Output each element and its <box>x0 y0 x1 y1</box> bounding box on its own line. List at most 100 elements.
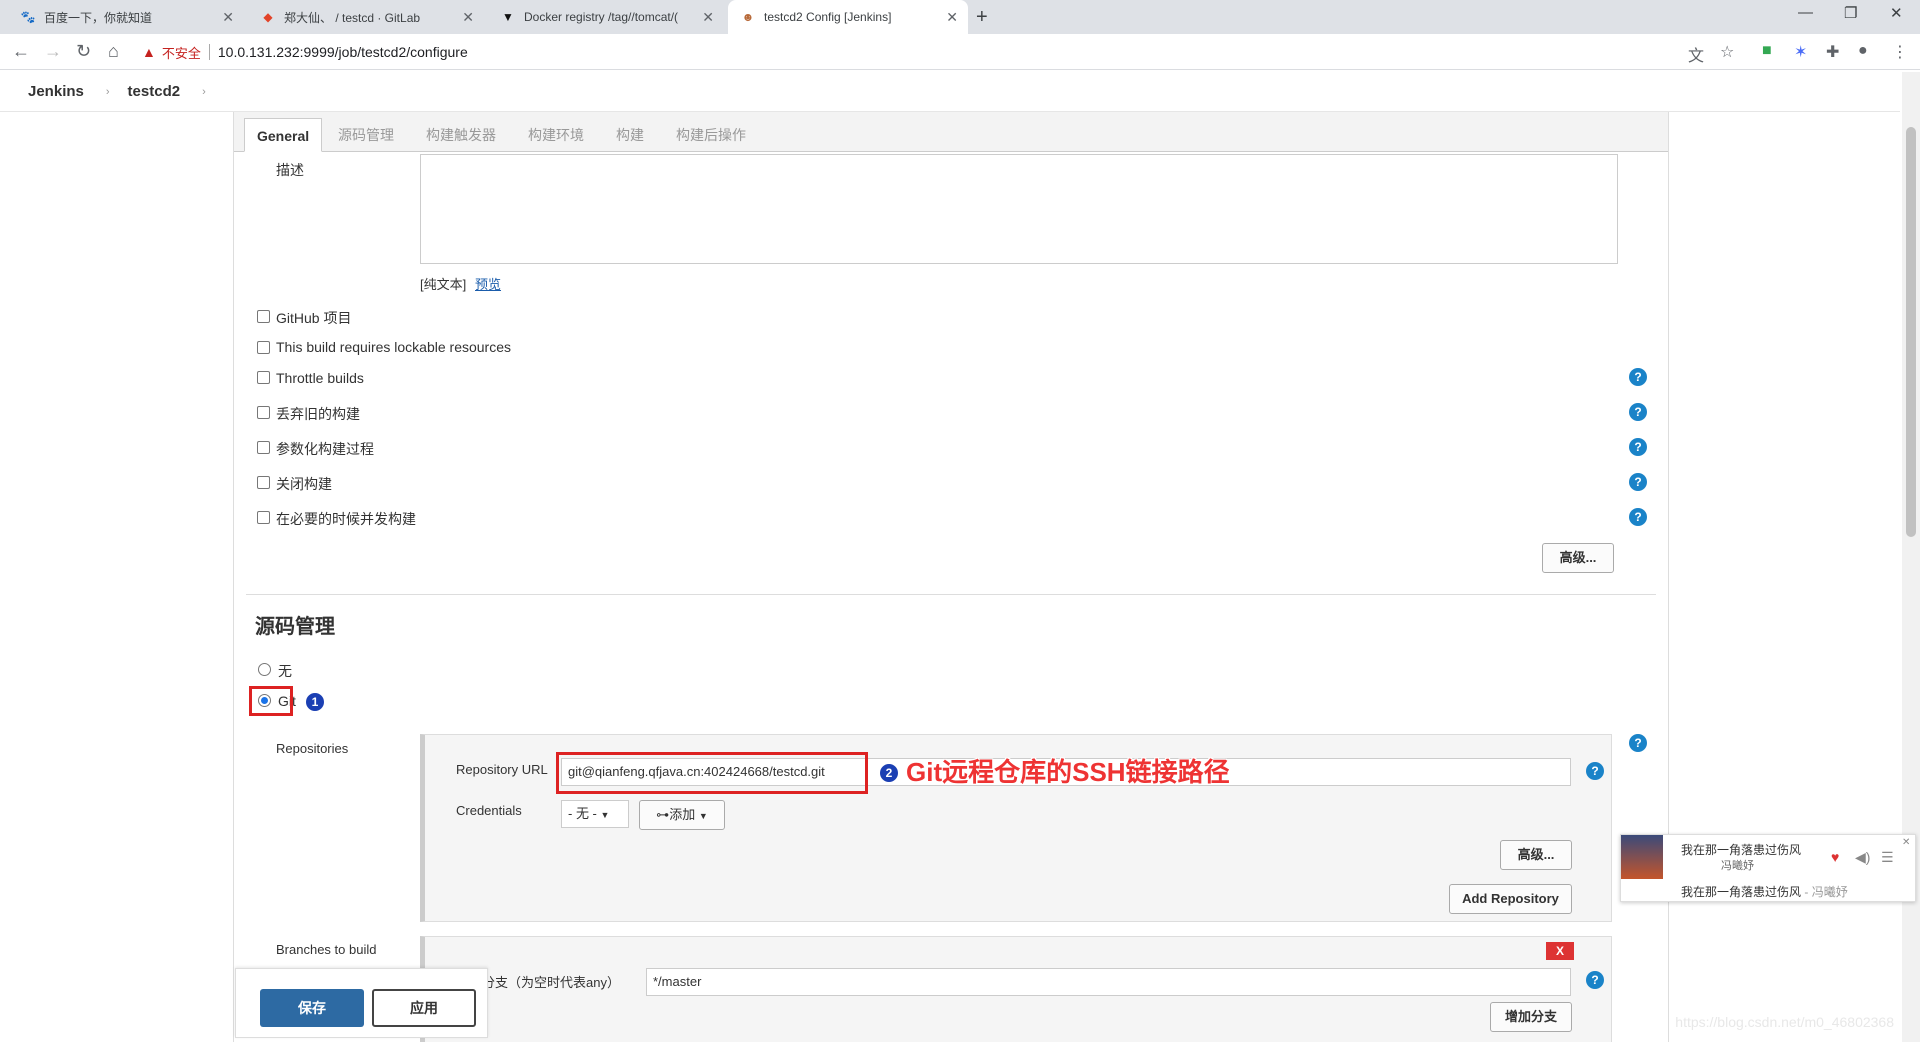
close-window-icon[interactable]: ✕ <box>1890 4 1903 22</box>
maximize-icon[interactable]: ❐ <box>1844 4 1857 22</box>
url-text: 10.0.131.232:9999/job/testcd2/configure <box>217 44 468 60</box>
lockable-resources-label: This build requires lockable resources <box>276 339 511 355</box>
warning-icon: ▲ <box>142 44 156 60</box>
help-icon[interactable]: ? <box>1629 438 1647 456</box>
branch-specifier-input[interactable]: */master <box>646 968 1571 996</box>
address-bar[interactable]: ▲ 不安全 10.0.131.232:9999/job/testcd2/conf… <box>142 38 1722 66</box>
tab-post-build[interactable]: 构建后操作 <box>664 118 758 152</box>
close-icon[interactable]: ✕ <box>462 9 474 26</box>
help-icon[interactable]: ? <box>1629 403 1647 421</box>
config-tabs: General 源码管理 构建触发器 构建环境 构建 构建后操作 <box>234 112 1668 152</box>
chevron-down-icon: ▼ <box>698 811 708 821</box>
jenkins-icon: ☻ <box>741 10 755 24</box>
music-widget[interactable]: 我在那一角落患过伤风 冯曦妤 ♥ ◀) ☰ ✕ 我在那一角落患过伤风 - 冯曦妤 <box>1620 834 1916 902</box>
concurrent-builds-checkbox[interactable] <box>257 511 270 524</box>
help-icon[interactable]: ? <box>1629 473 1647 491</box>
translate-icon[interactable]: 文 <box>1688 42 1704 66</box>
scm-none-radio[interactable] <box>258 663 271 676</box>
step-marker-1: 1 <box>305 692 325 712</box>
heart-icon[interactable]: ♥ <box>1831 849 1839 865</box>
help-icon[interactable]: ? <box>1629 734 1647 752</box>
chevron-down-icon: ▼ <box>600 810 610 820</box>
help-icon[interactable]: ? <box>1629 508 1647 526</box>
tab-label: testcd2 Config [Jenkins] <box>764 10 892 24</box>
forward-icon[interactable]: → <box>44 41 62 62</box>
browser-tab-bar: 🐾 百度一下，你就知道 ✕ ◆ 郑大仙、 / testcd · GitLab ✕… <box>0 0 1920 34</box>
chevron-right-icon[interactable]: › <box>202 86 206 98</box>
disable-build-label: 关闭构建 <box>276 476 332 492</box>
annotation-callout: Git远程仓库的SSH链接路径 <box>906 757 1230 787</box>
scm-none-label: 无 <box>278 663 292 679</box>
extension-color-icon[interactable]: ■ <box>1762 42 1772 60</box>
throttle-builds-checkbox[interactable] <box>257 371 270 384</box>
add-credentials-label: 添加 <box>669 807 696 822</box>
minimize-icon[interactable]: — <box>1798 4 1813 21</box>
branches-label: Branches to build <box>276 942 377 957</box>
browser-tab-jenkins[interactable]: ☻ testcd2 Config [Jenkins] ✕ <box>728 0 968 34</box>
menu-icon[interactable]: ⋮ <box>1892 42 1908 62</box>
gitlab-icon: ◆ <box>263 10 273 24</box>
credentials-select[interactable]: - 无 - ▼ <box>561 800 629 828</box>
step-marker-2: 2 <box>879 763 899 783</box>
add-branch-button[interactable]: 增加分支 <box>1490 1002 1572 1032</box>
insecure-label: 不安全 <box>161 45 201 61</box>
disable-build-checkbox[interactable] <box>257 476 270 489</box>
volume-icon[interactable]: ◀) <box>1855 849 1870 866</box>
credentials-label: Credentials <box>456 803 522 818</box>
scrollbar-thumb[interactable] <box>1906 127 1916 537</box>
add-credentials-button[interactable]: ⊶添加 ▼ <box>639 800 725 830</box>
save-button[interactable]: 保存 <box>260 989 364 1027</box>
help-icon[interactable]: ? <box>1629 368 1647 386</box>
now-playing-line: 我在那一角落患过伤风 - 冯曦妤 <box>1681 883 1848 900</box>
discard-old-builds-checkbox[interactable] <box>257 406 270 419</box>
tab-scm[interactable]: 源码管理 <box>326 118 406 152</box>
extension-bird-icon[interactable]: ✶ <box>1794 42 1807 62</box>
profile-icon[interactable]: ● <box>1858 42 1868 60</box>
album-cover <box>1621 835 1663 879</box>
lockable-resources-checkbox[interactable] <box>257 341 270 354</box>
puzzle-icon[interactable]: ✚ <box>1826 42 1839 62</box>
close-icon[interactable]: ✕ <box>946 9 958 26</box>
highlight-box <box>249 686 293 716</box>
description-textarea[interactable] <box>420 154 1618 264</box>
breadcrumb-jenkins[interactable]: Jenkins <box>28 83 84 100</box>
new-tab-icon[interactable]: + <box>976 6 988 29</box>
tab-triggers[interactable]: 构建触发器 <box>414 118 508 152</box>
delete-branch-button[interactable]: X <box>1546 942 1574 960</box>
help-icon[interactable]: ? <box>1586 762 1604 780</box>
breadcrumb-job[interactable]: testcd2 <box>128 83 181 100</box>
browser-tab-docker[interactable]: ▼ Docker registry /tag//tomcat/( ✕ <box>488 0 724 34</box>
tab-general[interactable]: General <box>244 118 323 152</box>
tab-build[interactable]: 构建 <box>604 118 656 152</box>
parameterized-checkbox[interactable] <box>257 441 270 454</box>
add-repository-button[interactable]: Add Repository <box>1449 884 1572 914</box>
song-artist-2: - 冯曦妤 <box>1804 885 1848 899</box>
github-project-label: GitHub 项目 <box>276 310 352 326</box>
apply-button[interactable]: 应用 <box>372 989 476 1027</box>
section-divider <box>246 594 1656 595</box>
repo-url-label: Repository URL <box>456 762 548 777</box>
tab-label: 郑大仙、 / testcd · GitLab <box>284 10 421 25</box>
star-icon[interactable]: ☆ <box>1720 42 1734 62</box>
browser-tab-baidu[interactable]: 🐾 百度一下，你就知道 ✕ <box>8 0 244 34</box>
tab-build-env[interactable]: 构建环境 <box>516 118 596 152</box>
close-icon[interactable]: ✕ <box>702 9 714 26</box>
browser-tab-gitlab[interactable]: ◆ 郑大仙、 / testcd · GitLab ✕ <box>248 0 484 34</box>
reload-icon[interactable]: ↻ <box>76 41 91 62</box>
close-icon[interactable]: ✕ <box>222 9 234 26</box>
breadcrumb: Jenkins › testcd2 › <box>0 72 1900 112</box>
preview-link[interactable]: 预览 <box>475 274 501 293</box>
discard-old-builds-label: 丢弃旧的构建 <box>276 406 360 422</box>
back-icon[interactable]: ← <box>12 41 30 62</box>
home-icon[interactable]: ⌂ <box>108 41 119 62</box>
throttle-builds-label: Throttle builds <box>276 370 364 386</box>
repo-advanced-button[interactable]: 高级... <box>1500 840 1572 870</box>
github-project-checkbox[interactable] <box>257 310 270 323</box>
playlist-icon[interactable]: ☰ <box>1881 849 1894 866</box>
close-icon[interactable]: ✕ <box>1902 837 1910 848</box>
tab-label: 百度一下，你就知道 <box>44 10 153 25</box>
general-advanced-button[interactable]: 高级... <box>1542 543 1614 573</box>
help-icon[interactable]: ? <box>1586 971 1604 989</box>
song-artist: 冯曦妤 <box>1721 860 1754 872</box>
chevron-right-icon: › <box>105 85 110 98</box>
